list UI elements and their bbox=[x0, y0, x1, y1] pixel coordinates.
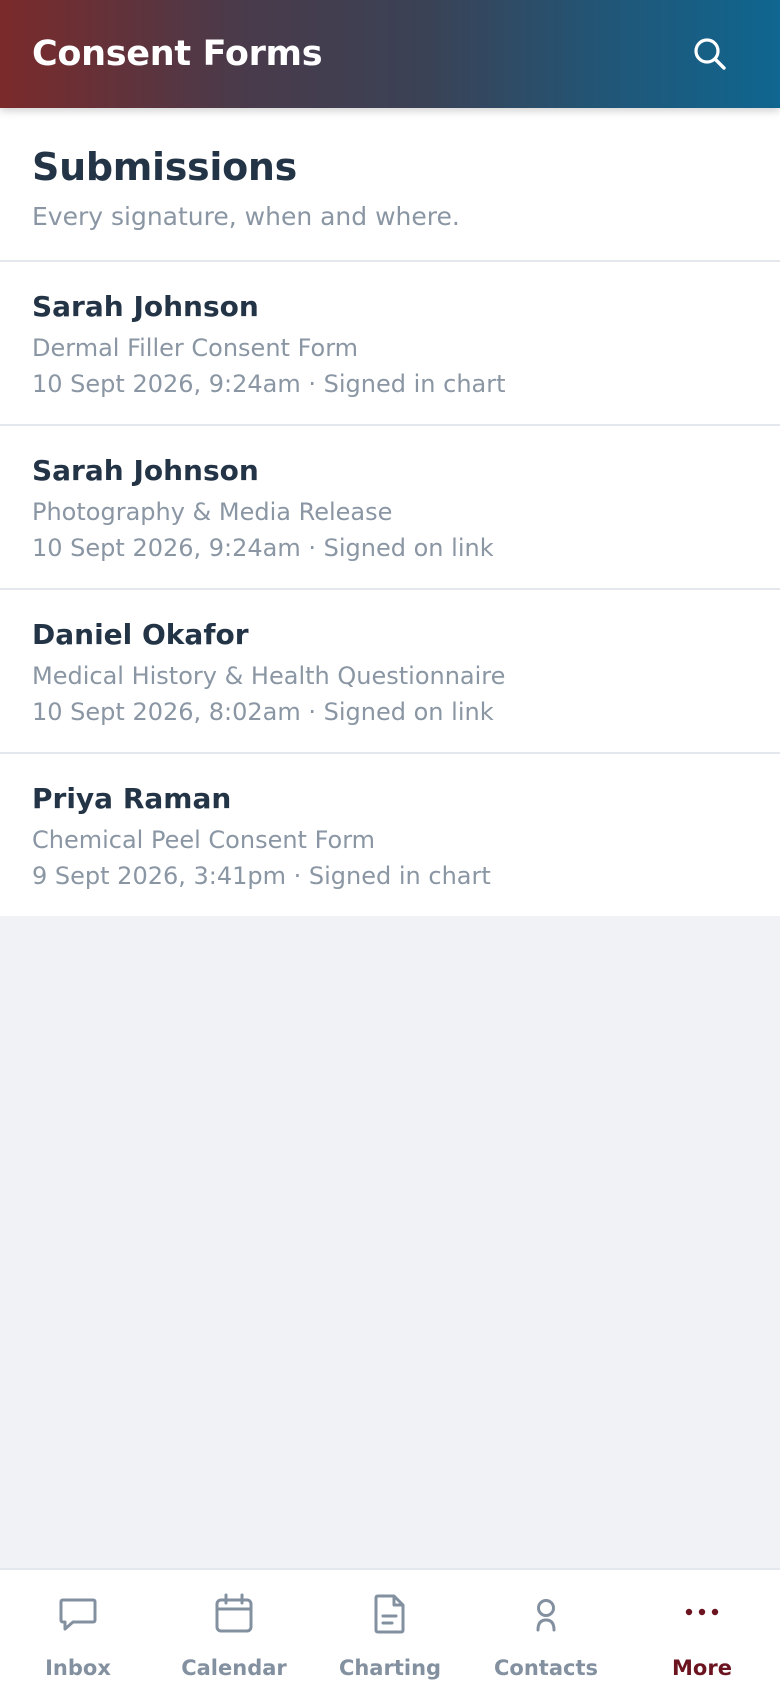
submission-list: Sarah Johnson Dermal Filler Consent Form… bbox=[0, 262, 780, 916]
tab-calendar[interactable]: Calendar bbox=[156, 1570, 312, 1688]
submission-row[interactable]: Priya Raman Chemical Peel Consent Form 9… bbox=[0, 754, 780, 916]
patient-name: Priya Raman bbox=[32, 782, 232, 815]
tab-label: Contacts bbox=[494, 1656, 598, 1680]
person-icon bbox=[536, 1599, 556, 1632]
tab-inbox[interactable]: Inbox bbox=[0, 1570, 156, 1688]
tab-contacts[interactable]: Contacts bbox=[468, 1570, 624, 1688]
tab-label: Calendar bbox=[181, 1656, 287, 1680]
more-dots-icon bbox=[685, 1608, 719, 1616]
document-icon bbox=[374, 1594, 405, 1634]
form-name: Chemical Peel Consent Form bbox=[32, 826, 376, 854]
tab-label: More bbox=[672, 1656, 732, 1680]
section-title: Submissions bbox=[32, 145, 297, 189]
form-name: Photography & Media Release bbox=[32, 498, 393, 526]
submission-row[interactable]: Daniel Okafor Medical History & Health Q… bbox=[0, 590, 780, 754]
tab-label: Inbox bbox=[45, 1656, 111, 1680]
form-name: Medical History & Health Questionnaire bbox=[32, 662, 506, 690]
tab-label: Charting bbox=[338, 1656, 442, 1680]
tab-charting[interactable]: Charting bbox=[312, 1570, 468, 1688]
search-icon bbox=[694, 38, 726, 70]
app-header: Consent Forms bbox=[0, 0, 780, 108]
patient-name: Daniel Okafor bbox=[32, 618, 249, 651]
signed-meta: 10 Sept 2026, 9:24am · Signed on link bbox=[32, 534, 494, 562]
signed-meta: 10 Sept 2026, 8:02am · Signed on link bbox=[32, 698, 494, 726]
calendar-icon bbox=[215, 1593, 253, 1633]
signed-meta: 10 Sept 2026, 9:24am · Signed in chart bbox=[32, 370, 506, 398]
chat-bubble-icon bbox=[59, 1598, 97, 1631]
patient-name: Sarah Johnson bbox=[32, 454, 259, 487]
form-name: Dermal Filler Consent Form bbox=[32, 334, 359, 362]
submission-row[interactable]: Sarah Johnson Photography & Media Releas… bbox=[0, 426, 780, 590]
app-screen: Consent Forms Submissions Every signatur… bbox=[0, 0, 780, 1688]
patient-name: Sarah Johnson bbox=[32, 290, 259, 323]
submission-row[interactable]: Sarah Johnson Dermal Filler Consent Form… bbox=[0, 262, 780, 426]
section-tagline: Every signature, when and where. bbox=[32, 202, 460, 231]
signed-meta: 9 Sept 2026, 3:41pm · Signed in chart bbox=[32, 862, 491, 890]
page-title: Consent Forms bbox=[32, 34, 323, 74]
tab-more[interactable]: More bbox=[624, 1570, 780, 1688]
bottom-tab-bar: Inbox Calendar Charting Contacts More bbox=[0, 1568, 780, 1688]
submissions-header: Submissions Every signature, when and wh… bbox=[0, 108, 780, 262]
search-button[interactable] bbox=[690, 34, 730, 74]
